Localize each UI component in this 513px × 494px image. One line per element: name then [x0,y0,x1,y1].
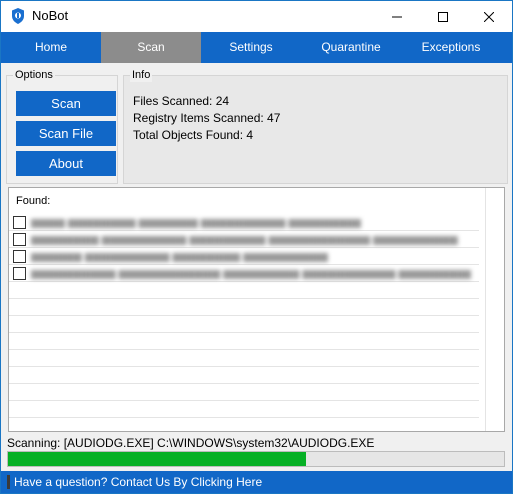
list-row-line [9,400,479,401]
item-checkbox[interactable] [13,233,26,246]
list-row-line [9,332,479,333]
registry-items-scanned: Registry Items Scanned: 47 [133,111,281,125]
minimize-button[interactable] [374,1,420,32]
options-group: Options Scan Scan File About [6,68,118,184]
redacted-entry: ▆▆▆▆▆▆▆▆▆▆ ▆▆▆▆▆▆▆▆▆▆▆▆ ▆▆▆▆▆▆▆▆▆ ▆▆▆▆▆▆… [31,268,471,279]
list-item[interactable]: ▆▆▆▆▆▆ ▆▆▆▆▆▆▆▆▆▆ ▆▆▆▆▆▆▆▆ ▆▆▆▆▆▆▆▆▆▆ [13,248,473,264]
contact-us-link[interactable]: Have a question? Contact Us By Clicking … [14,475,262,489]
close-icon [484,11,494,22]
list-row-line [9,298,479,299]
app-logo-icon [12,8,24,24]
list-column-divider [485,188,486,431]
list-row-line [9,281,479,282]
window-title: NoBot [32,8,69,23]
list-row-line [9,383,479,384]
list-row-line [9,366,479,367]
item-checkbox[interactable] [13,267,26,280]
app-window: NoBot Home Scan Settings Quarantine Exce… [0,0,513,494]
info-legend: Info [130,68,153,82]
scanning-status: Scanning: [AUDIODG.EXE] C:\WINDOWS\syste… [7,436,375,450]
item-checkbox[interactable] [13,250,26,263]
list-item[interactable]: ▆▆▆▆ ▆▆▆▆▆▆▆▆ ▆▆▆▆▆▆▆ ▆▆▆▆▆▆▆▆▆▆ ▆▆▆▆▆▆▆… [13,214,473,230]
files-scanned: Files Scanned: 24 [133,94,230,108]
title-bar: NoBot [1,1,512,32]
scan-button[interactable]: Scan [16,91,116,116]
total-objects-found: Total Objects Found: 4 [133,128,254,142]
item-checkbox[interactable] [13,216,26,229]
found-list[interactable]: Found: ▆▆▆▆ ▆▆▆▆▆▆▆▆ ▆▆▆▆▆▆▆ ▆▆▆▆▆▆▆▆▆▆ … [8,187,505,432]
redacted-entry: ▆▆▆▆▆▆▆▆ ▆▆▆▆▆▆▆▆▆▆ ▆▆▆▆▆▆▆▆▆ ▆▆▆▆▆▆▆▆▆▆… [31,234,458,245]
tab-home[interactable]: Home [1,32,101,63]
options-legend: Options [13,68,55,82]
maximize-button[interactable] [420,1,466,32]
close-button[interactable] [466,1,512,32]
tab-scan[interactable]: Scan [101,32,201,63]
tab-quarantine[interactable]: Quarantine [301,32,401,63]
minimize-icon [392,16,402,17]
tab-exceptions[interactable]: Exceptions [401,32,501,63]
maximize-icon [438,11,448,22]
footer-bar: Have a question? Contact Us By Clicking … [1,471,512,493]
list-row-line [9,315,479,316]
redacted-entry: ▆▆▆▆ ▆▆▆▆▆▆▆▆ ▆▆▆▆▆▆▆ ▆▆▆▆▆▆▆▆▆▆ ▆▆▆▆▆▆▆… [31,217,361,228]
redacted-entry: ▆▆▆▆▆▆ ▆▆▆▆▆▆▆▆▆▆ ▆▆▆▆▆▆▆▆ ▆▆▆▆▆▆▆▆▆▆ [31,251,328,262]
list-row-line [9,417,479,418]
about-button[interactable]: About [16,151,116,176]
scan-file-button[interactable]: Scan File [16,121,116,146]
found-label: Found: [16,195,51,207]
list-item[interactable]: ▆▆▆▆▆▆▆▆▆▆ ▆▆▆▆▆▆▆▆▆▆▆▆ ▆▆▆▆▆▆▆▆▆ ▆▆▆▆▆▆… [13,265,473,281]
scan-progress-fill [8,452,306,466]
list-row-line [9,349,479,350]
info-group: Info Files Scanned: 24 Registry Items Sc… [123,68,508,184]
list-item[interactable]: ▆▆▆▆▆▆▆▆ ▆▆▆▆▆▆▆▆▆▆ ▆▆▆▆▆▆▆▆▆ ▆▆▆▆▆▆▆▆▆▆… [13,231,473,247]
footer-marker [7,475,10,489]
main-nav: Home Scan Settings Quarantine Exceptions [1,32,512,63]
scan-progress-bar [7,451,505,467]
tab-settings[interactable]: Settings [201,32,301,63]
